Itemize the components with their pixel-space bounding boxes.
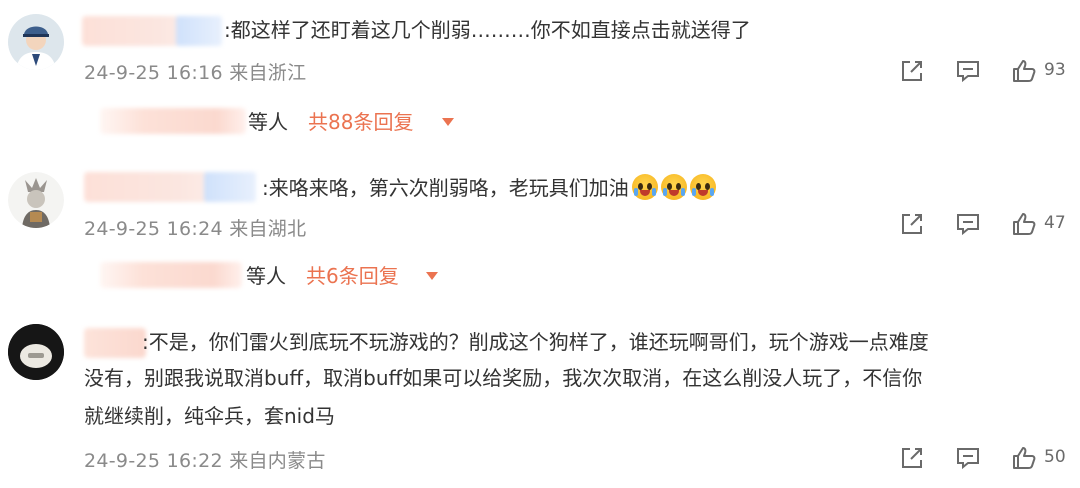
comment-timestamp: 24-9-25 16:24 来自湖北 bbox=[84, 218, 307, 240]
share-icon[interactable] bbox=[898, 210, 926, 238]
comment-text: :来咯来咯，第六次削弱咯，老玩具们加油 bbox=[262, 170, 716, 206]
avatar[interactable] bbox=[8, 172, 64, 228]
username-redacted[interactable] bbox=[82, 16, 222, 46]
reply-summary[interactable]: 等人 共88条回复 bbox=[100, 106, 460, 138]
like-count: 50 bbox=[1044, 447, 1066, 467]
share-icon[interactable] bbox=[898, 57, 926, 85]
comment-actions: 50 bbox=[898, 444, 1070, 474]
avatar[interactable] bbox=[8, 324, 64, 380]
comment-timestamp: 24-9-25 16:16 来自浙江 bbox=[84, 62, 307, 84]
like-count: 93 bbox=[1044, 60, 1066, 80]
thumbs-up-icon[interactable] bbox=[1010, 444, 1038, 472]
comment-icon[interactable] bbox=[954, 57, 982, 85]
reply-usernames-redacted bbox=[100, 108, 246, 134]
comment-actions: 93 bbox=[898, 57, 1070, 87]
comment-text-line-3: 就继续削，纯伞兵，套nid马 bbox=[84, 404, 335, 428]
username-redacted[interactable] bbox=[84, 328, 146, 358]
comment-icon[interactable] bbox=[954, 444, 982, 472]
crying-face-icon bbox=[689, 174, 716, 200]
comment-text-line-2: 没有，别跟我说取消buff，取消buff如果可以给奖励，我次次取消，在这么削没人… bbox=[84, 366, 923, 390]
thumbs-up-icon[interactable] bbox=[1010, 210, 1038, 238]
like-count: 47 bbox=[1044, 213, 1066, 233]
reply-count-link[interactable]: 共6条回复 bbox=[306, 260, 399, 289]
expand-caret-icon[interactable] bbox=[442, 118, 454, 126]
crying-face-icon bbox=[631, 174, 658, 200]
reply-people-label: 等人 bbox=[246, 264, 286, 288]
comment-text-line-1: :不是，你们雷火到底玩不玩游戏的？削成这个狗样了，谁还玩啊哥们，玩个游戏一点难度 bbox=[142, 330, 929, 354]
thumbs-up-icon[interactable] bbox=[1010, 57, 1038, 85]
comment-icon[interactable] bbox=[954, 210, 982, 238]
comment-item: :不是，你们雷火到底玩不玩游戏的？削成这个狗样了，谁还玩啊哥们，玩个游戏一点难度… bbox=[0, 310, 1080, 488]
reply-count-link[interactable]: 共88条回复 bbox=[308, 106, 413, 135]
reply-usernames-redacted bbox=[100, 262, 242, 288]
comment-timestamp: 24-9-25 16:22 来自内蒙古 bbox=[84, 450, 326, 472]
comment-text-content: :来咯来咯，第六次削弱咯，老玩具们加油 bbox=[262, 176, 629, 200]
avatar[interactable] bbox=[8, 14, 64, 70]
reply-summary[interactable]: 等人 共6条回复 bbox=[100, 260, 450, 292]
share-icon[interactable] bbox=[898, 444, 926, 472]
reply-people-label: 等人 bbox=[248, 110, 288, 134]
expand-caret-icon[interactable] bbox=[426, 272, 438, 280]
comment-actions: 47 bbox=[898, 210, 1070, 240]
username-redacted[interactable] bbox=[84, 172, 256, 202]
comment-text: :都这样了还盯着这几个削弱………你不如直接点击就送得了 bbox=[224, 18, 751, 42]
comment-item: :来咯来咯，第六次削弱咯，老玩具们加油 24-9-25 16:24 来自湖北 4… bbox=[0, 150, 1080, 310]
crying-face-icon bbox=[660, 174, 687, 200]
comment-item: :都这样了还盯着这几个削弱………你不如直接点击就送得了 24-9-25 16:1… bbox=[0, 0, 1080, 150]
